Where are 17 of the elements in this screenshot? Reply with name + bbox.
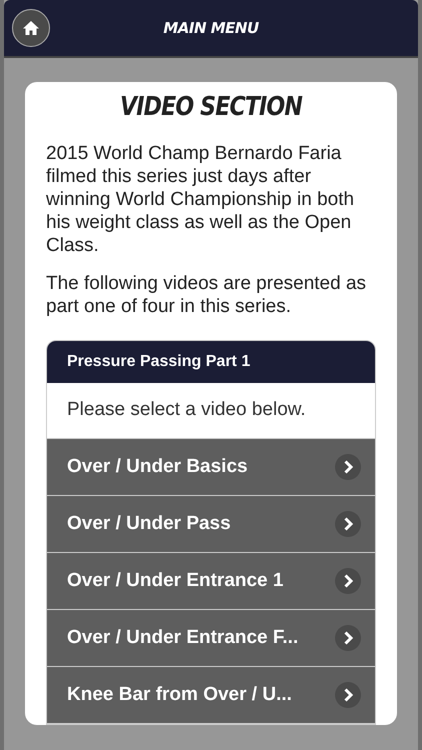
section-title: VIDEO SECTION <box>118 92 304 122</box>
chevron-right-icon <box>335 682 361 708</box>
chevron-right-icon <box>335 454 361 480</box>
paragraph: 2015 World Champ Bernardo Faria filmed this series just days after winning World Championship in both his weight class as well as the Open Class. <box>46 142 356 257</box>
video-list-item[interactable]: Over / Under Basics <box>47 439 375 496</box>
chevron-right-icon <box>335 568 361 594</box>
home-button[interactable] <box>12 9 50 47</box>
paragraph: The following videos are presented as part one of four in this series. <box>46 272 368 318</box>
panel-header: Pressure Passing Part 1 <box>47 341 375 383</box>
chevron-right-icon <box>335 625 361 651</box>
video-list-item[interactable]: Over / Under Entrance F... <box>47 610 375 667</box>
chevron-right-icon <box>335 511 361 537</box>
video-list-item[interactable]: Knee Bar from Over / U... <box>47 667 375 724</box>
home-icon <box>22 19 40 37</box>
video-list-item[interactable]: Over / Under Entrance 1 <box>47 553 375 610</box>
header-title: MAIN MENU <box>163 19 259 37</box>
video-list-item[interactable]: Over / Under Pass <box>47 496 375 553</box>
